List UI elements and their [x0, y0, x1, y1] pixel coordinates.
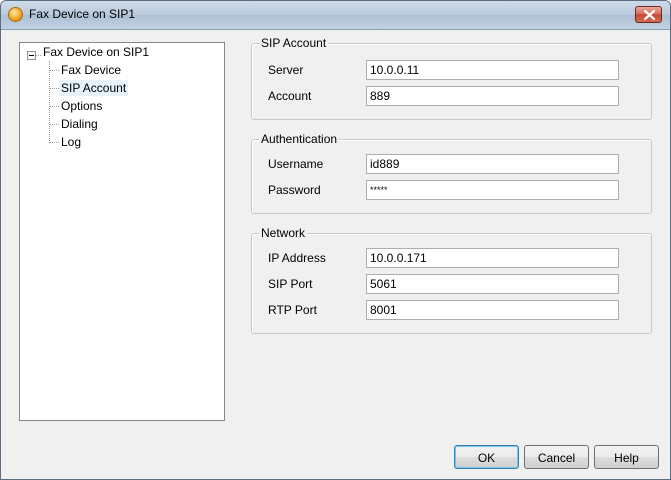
ip-address-input[interactable] [366, 248, 619, 268]
tree-item-fax-device[interactable]: Fax Device [59, 62, 123, 78]
tree-root-item[interactable]: Fax Device on SIP1 [41, 44, 151, 60]
network-group: Network IP Address SIP Port RTP Port [251, 226, 652, 334]
account-input[interactable] [366, 86, 619, 106]
tree-item-dialing[interactable]: Dialing [59, 116, 100, 132]
username-label: Username [268, 157, 324, 171]
ok-button[interactable]: OK [454, 445, 519, 469]
tree-item-options[interactable]: Options [59, 98, 104, 114]
window-title: Fax Device on SIP1 [29, 7, 136, 21]
fax-device-dialog: Fax Device on SIP1 Fax Device on SIP1 Fa… [0, 0, 671, 480]
tree-item-sip-account[interactable]: SIP Account [59, 80, 129, 96]
authentication-group: Authentication Username Password [251, 132, 652, 214]
server-label: Server [268, 63, 304, 77]
title-bar[interactable]: Fax Device on SIP1 [1, 1, 670, 30]
authentication-group-title: Authentication [259, 132, 340, 146]
network-group-title: Network [259, 226, 308, 240]
help-button[interactable]: Help [594, 445, 659, 469]
rtp-port-label: RTP Port [268, 303, 317, 317]
account-label: Account [268, 89, 312, 103]
cancel-button[interactable]: Cancel [524, 445, 589, 469]
password-input[interactable] [366, 180, 619, 200]
close-button[interactable] [635, 6, 662, 23]
fax-app-icon [8, 7, 23, 22]
password-label: Password [268, 183, 321, 197]
navigation-tree[interactable]: Fax Device on SIP1 Fax Device SIP Accoun… [19, 42, 225, 421]
sip-account-group-title: SIP Account [259, 36, 329, 50]
tree-item-log[interactable]: Log [59, 134, 83, 150]
ip-address-label: IP Address [268, 251, 326, 265]
rtp-port-input[interactable] [366, 300, 619, 320]
sip-port-input[interactable] [366, 274, 619, 294]
close-icon [644, 10, 655, 20]
username-input[interactable] [366, 154, 619, 174]
sip-account-group: SIP Account Server Account [251, 36, 652, 120]
collapse-icon[interactable] [27, 51, 36, 60]
server-input[interactable] [366, 60, 619, 80]
sip-port-label: SIP Port [268, 277, 313, 291]
